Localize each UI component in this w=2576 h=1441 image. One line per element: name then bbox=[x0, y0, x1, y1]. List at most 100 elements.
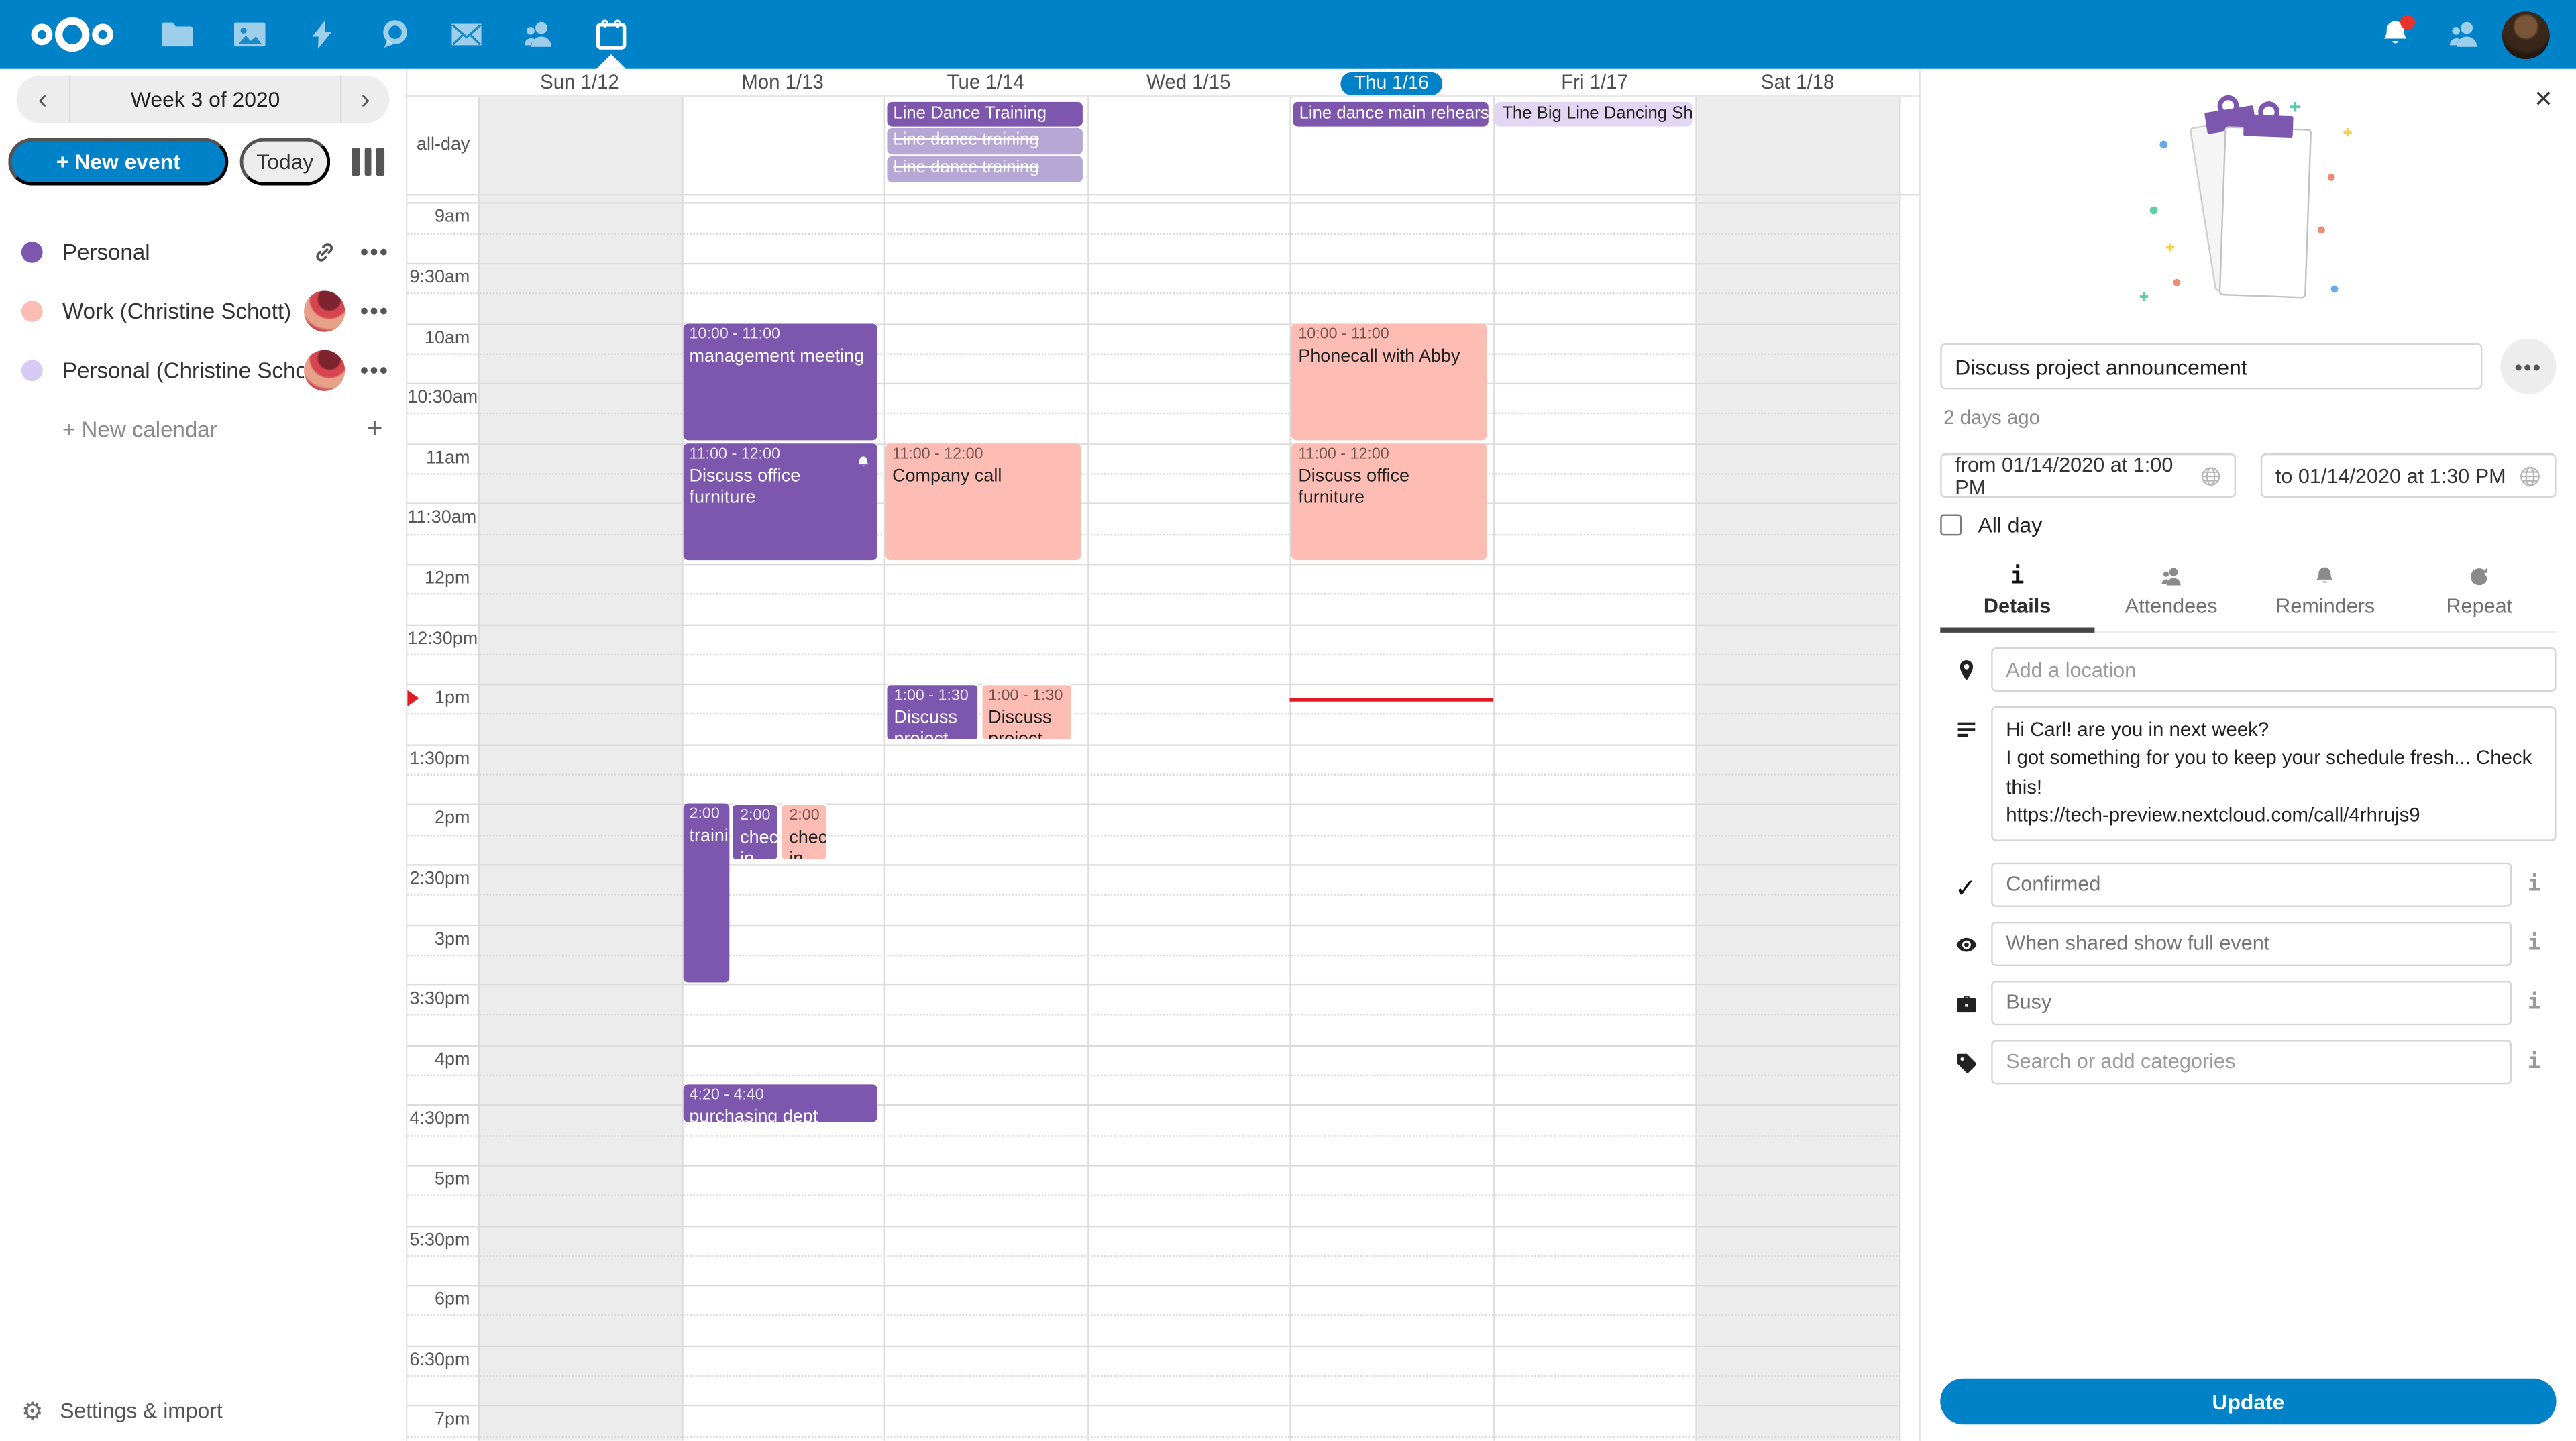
day-header-4[interactable]: Wed 1/15 bbox=[1087, 69, 1290, 95]
all-day-event[interactable]: Line dance training bbox=[887, 156, 1083, 182]
contacts-app-icon[interactable] bbox=[502, 0, 575, 69]
time-label: 7pm bbox=[407, 1410, 470, 1430]
event-time: 11:00 - 12:00 bbox=[1298, 445, 1480, 463]
day-header-7[interactable]: Sat 1/18 bbox=[1696, 69, 1899, 95]
column-border bbox=[478, 97, 480, 193]
event-actions-button[interactable]: ••• bbox=[2500, 338, 2556, 394]
tab-attendees[interactable]: Attendees bbox=[2094, 557, 2249, 631]
event-time: 1:00 - 1:30 bbox=[894, 687, 971, 705]
timezone-globe-icon[interactable] bbox=[2199, 464, 2221, 487]
calendar-app-icon[interactable] bbox=[575, 0, 647, 69]
categories-input[interactable] bbox=[1993, 1050, 2510, 1073]
week-label[interactable]: Week 3 of 2020 bbox=[70, 87, 340, 112]
time-label: 5:30pm bbox=[407, 1230, 470, 1249]
previous-week-button[interactable]: ‹ bbox=[16, 76, 70, 123]
briefcase-icon bbox=[1940, 992, 1991, 1014]
calendar-event[interactable]: 11:00 - 12:00Discuss office furniture bbox=[683, 443, 877, 561]
event-editor-panel: ✕ ••• 2 days ago from 01/14/2020 at 1:00… bbox=[1919, 69, 2576, 1441]
quarter-slot-line bbox=[407, 533, 1897, 535]
column-border bbox=[1493, 97, 1495, 193]
calendar-event[interactable]: 11:00 - 12:00Company call bbox=[885, 443, 1080, 561]
calendar-menu-icon[interactable]: ••• bbox=[360, 297, 389, 323]
sidebar-calendar-3[interactable]: Personal (Christine Scho... ••• bbox=[0, 340, 406, 399]
calendar-event[interactable]: 2:00 - 2:30check-in bbox=[732, 804, 780, 861]
quarter-slot-line bbox=[407, 473, 1897, 474]
quarter-slot-line bbox=[407, 653, 1897, 655]
event-start-field[interactable]: from 01/14/2020 at 1:00 PM bbox=[1940, 453, 2236, 498]
day-header-5[interactable]: Thu 1/16 bbox=[1290, 69, 1493, 95]
freebusy-info-icon[interactable]: i bbox=[2512, 990, 2556, 1015]
notifications-bell-icon[interactable] bbox=[2361, 0, 2430, 69]
sidebar-calendar-1[interactable]: Personal••• bbox=[0, 222, 406, 281]
new-event-button[interactable]: + New event bbox=[8, 138, 228, 186]
status-row: ✓ Confirmed i bbox=[1940, 862, 2556, 906]
day-header-1[interactable]: Sun 1/12 bbox=[478, 69, 682, 95]
all-day-event[interactable]: The Big Line Dancing Show bbox=[1495, 101, 1692, 127]
visibility-select[interactable]: When shared show full event bbox=[1991, 921, 2512, 965]
quarter-slot-line bbox=[407, 594, 1897, 595]
slot-line bbox=[407, 1285, 1897, 1286]
categories-info-icon[interactable]: i bbox=[2512, 1049, 2556, 1074]
day-header-2[interactable]: Mon 1/13 bbox=[681, 69, 884, 95]
calendar-name: Personal (Christine Scho... bbox=[62, 358, 305, 382]
next-week-button[interactable]: › bbox=[340, 76, 389, 123]
photos-app-icon[interactable] bbox=[213, 0, 286, 69]
sidebar-calendar-2[interactable]: Work (Christine Schott)••• bbox=[0, 281, 406, 340]
location-input[interactable] bbox=[1993, 658, 2555, 681]
status-select[interactable]: Confirmed bbox=[1991, 862, 2512, 906]
talk-app-icon[interactable] bbox=[358, 0, 431, 69]
update-button[interactable]: Update bbox=[1940, 1379, 2556, 1425]
activity-app-icon[interactable] bbox=[286, 0, 358, 69]
tab-repeat[interactable]: Repeat bbox=[2402, 557, 2557, 631]
all-day-checkbox[interactable] bbox=[1940, 515, 1962, 536]
slot-line bbox=[407, 1104, 1897, 1106]
close-icon[interactable]: ✕ bbox=[2534, 85, 2553, 113]
tab-label: Details bbox=[1984, 595, 2051, 618]
event-title-input[interactable] bbox=[1940, 343, 2482, 390]
freebusy-select[interactable]: Busy bbox=[1991, 980, 2512, 1024]
nextcloud-logo-icon[interactable] bbox=[30, 13, 115, 56]
active-app-indicator bbox=[596, 54, 626, 69]
calendar-menu-icon[interactable]: ••• bbox=[360, 356, 389, 382]
files-app-icon[interactable] bbox=[142, 0, 214, 69]
tab-reminders[interactable]: Reminders bbox=[2248, 557, 2402, 631]
time-label: 3:30pm bbox=[407, 990, 470, 1009]
time-label: 4:30pm bbox=[407, 1110, 470, 1129]
description-textarea[interactable]: Hi Carl! are you in next week? I got som… bbox=[1991, 706, 2556, 841]
event-title: Discuss project bbox=[988, 708, 1065, 741]
event-end-field[interactable]: to 01/14/2020 at 1:30 PM bbox=[2261, 453, 2557, 498]
column-border bbox=[478, 195, 480, 1440]
calendar-event[interactable]: 10:00 - 11:00management meeting bbox=[683, 323, 877, 441]
timezone-globe-icon[interactable] bbox=[2518, 464, 2541, 487]
settings-import-button[interactable]: ⚙ Settings & import bbox=[0, 1380, 406, 1441]
calendar-event[interactable]: 2:00 - 2:30check-in bbox=[781, 804, 828, 861]
status-info-icon[interactable]: i bbox=[2512, 871, 2556, 896]
calendar-event[interactable]: 4:20 - 4:40purchasing dept bbox=[683, 1085, 877, 1122]
visibility-info-icon[interactable]: i bbox=[2512, 931, 2556, 956]
calendar-event[interactable]: 1:00 - 1:30Discuss project bbox=[980, 684, 1073, 741]
all-day-event[interactable]: Line dance training bbox=[887, 129, 1083, 154]
info-icon: i bbox=[2010, 564, 2025, 588]
week-view-toggle-icon[interactable] bbox=[352, 148, 384, 176]
calendar-event[interactable]: 10:00 - 11:00Phonecall with Abby bbox=[1292, 323, 1487, 441]
all-day-event[interactable]: Line dance main rehearsal bbox=[1293, 101, 1489, 127]
time-grid[interactable]: 9am9:30am10am10:30am11am11:30am12pm12:30… bbox=[407, 195, 1919, 1440]
today-button[interactable]: Today bbox=[240, 138, 331, 186]
new-calendar-button[interactable]: + New calendar + bbox=[0, 399, 406, 458]
current-time-arrow-icon bbox=[407, 690, 419, 706]
calendar-menu-icon[interactable]: ••• bbox=[360, 238, 389, 264]
user-avatar[interactable] bbox=[2502, 11, 2550, 58]
event-title: Discuss project announcement bbox=[894, 708, 971, 741]
tab-details[interactable]: i Details bbox=[1940, 557, 2094, 631]
calendar-event[interactable]: 1:00 - 1:30 Discuss project announcement bbox=[885, 684, 978, 741]
contacts-menu-icon[interactable] bbox=[2430, 0, 2499, 69]
calendar-event[interactable]: 11:00 - 12:00Discuss office furniture bbox=[1292, 443, 1487, 561]
share-link-icon[interactable] bbox=[313, 239, 337, 264]
quarter-slot-line bbox=[407, 1195, 1897, 1196]
all-day-event[interactable]: Line Dance Training bbox=[887, 101, 1083, 127]
mail-app-icon[interactable] bbox=[431, 0, 503, 69]
day-header-3[interactable]: Tue 1/14 bbox=[884, 69, 1087, 95]
quarter-slot-line bbox=[407, 954, 1897, 955]
day-header-6[interactable]: Fri 1/17 bbox=[1493, 69, 1697, 95]
calendar-event[interactable]: 2:00 - 3:30training bbox=[683, 804, 731, 981]
